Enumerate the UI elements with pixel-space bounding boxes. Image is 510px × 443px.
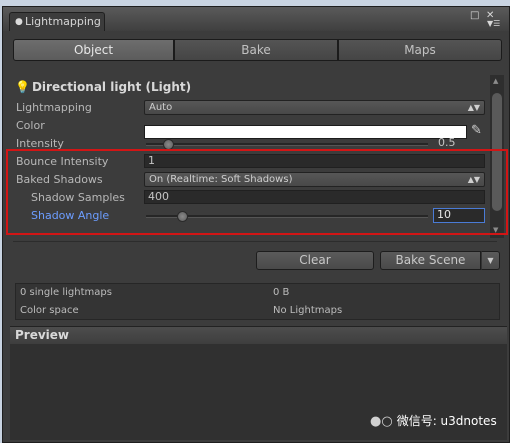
intensity-slider-track[interactable] xyxy=(146,143,428,146)
tab-lightmapping[interactable]: ● Lightmapping xyxy=(9,12,105,31)
watermark-text: 微信号: u3dnotes xyxy=(396,414,497,428)
bake-options-dropdown-icon[interactable]: ▼ xyxy=(481,251,500,270)
tab-bake[interactable]: Bake xyxy=(174,39,338,61)
lightmap-size: 0 B xyxy=(273,287,290,298)
color-space-label: Color space xyxy=(20,305,79,316)
wechat-icon: ●○ xyxy=(370,414,393,429)
tab-object[interactable]: Object xyxy=(13,39,174,61)
dropdown-arrows-icon: ▲▼ xyxy=(467,103,480,112)
tab-title: Lightmapping xyxy=(25,15,101,28)
watermark: ●○ 微信号: u3dnotes xyxy=(370,412,497,429)
color-label: Color xyxy=(16,119,45,132)
color-space-value: No Lightmaps xyxy=(273,305,343,316)
preview-header[interactable]: Preview xyxy=(10,326,507,345)
lightmap-info-box: 0 single lightmaps 0 B Color space No Li… xyxy=(15,283,500,320)
lightbulb-icon: 💡 xyxy=(15,80,30,94)
lightmap-count: 0 single lightmaps xyxy=(20,287,112,298)
preview-title: Preview xyxy=(15,328,70,342)
color-swatch[interactable] xyxy=(144,125,467,139)
lightmapping-dropdown[interactable]: Auto ▲▼ xyxy=(144,100,485,115)
component-header: 💡 Directional light (Light) xyxy=(15,80,191,94)
divider xyxy=(13,241,497,242)
scroll-up-icon[interactable]: ▲ xyxy=(493,77,498,85)
context-menu-icon[interactable]: ▼☰ xyxy=(487,19,500,28)
lightmapping-value: Auto xyxy=(149,102,173,113)
bake-scene-button[interactable]: Bake Scene xyxy=(380,251,481,270)
window-titlebar: ● Lightmapping □ ✕ ▼☰ xyxy=(3,7,509,31)
annotation-highlight-box xyxy=(6,149,508,235)
tab-maps[interactable]: Maps xyxy=(338,39,502,61)
maximize-icon[interactable]: □ xyxy=(470,10,479,21)
eyedropper-icon[interactable]: ✎ xyxy=(471,123,482,138)
lightmapping-label: Lightmapping xyxy=(16,101,92,114)
clear-button[interactable]: Clear xyxy=(256,251,374,270)
component-title: Directional light (Light) xyxy=(31,80,192,94)
lightbulb-icon: ● xyxy=(15,17,23,27)
